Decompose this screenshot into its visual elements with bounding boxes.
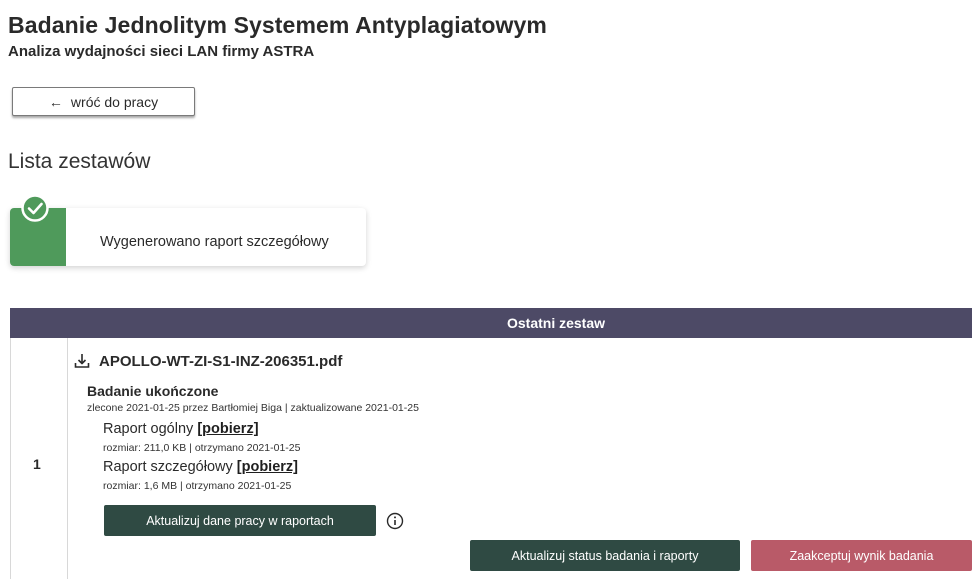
back-button[interactable]: ← wróć do pracy [12,87,195,116]
report-general-download-link[interactable]: [pobierz] [197,421,258,437]
section-title: Lista zestawów [8,150,151,173]
download-icon[interactable] [73,352,91,370]
order-meta: zlecone 2021-01-25 przez Bartłomiej Biga… [87,402,419,414]
report-general: Raport ogólny [pobierz] [103,421,259,437]
report-detailed-meta: rozmiar: 1,6 MB | otrzymano 2021-01-25 [103,480,292,492]
update-report-data-button[interactable]: Aktualizuj dane pracy w raportach [104,505,376,536]
arrow-left-icon: ← [48,93,63,110]
update-status-button[interactable]: Aktualizuj status badania i raporty [470,540,740,571]
row-number: 1 [33,456,41,472]
report-general-label: Raport ogólny [103,421,198,437]
file-name[interactable]: APOLLO-WT-ZI-S1-INZ-206351.pdf [99,353,342,370]
report-detailed-download-link[interactable]: [pobierz] [237,459,298,475]
page: Badanie Jednolitym Systemem Antyplagiato… [0,0,972,579]
report-detailed-label: Raport szczegółowy [103,459,237,475]
check-circle-icon [21,194,49,222]
back-button-label: wróć do pracy [70,93,159,110]
accept-result-button[interactable]: Zaakceptuj wynik badania [751,540,972,571]
notification: Wygenerowano raport szczegółowy [10,208,366,266]
status-text: Badanie ukończone [87,383,219,399]
table-header: Ostatni zestaw [10,308,972,338]
report-general-meta: rozmiar: 211,0 KB | otrzymano 2021-01-25 [103,442,301,454]
report-detailed: Raport szczegółowy [pobierz] [103,459,298,475]
file-row[interactable]: APOLLO-WT-ZI-S1-INZ-206351.pdf [73,352,342,370]
info-icon[interactable] [386,512,404,530]
notification-text: Wygenerowano raport szczegółowy [100,234,329,250]
page-title: Badanie Jednolitym Systemem Antyplagiato… [8,12,547,38]
column-divider [67,338,68,579]
page-subtitle: Analiza wydajności sieci LAN firmy ASTRA [8,43,315,60]
